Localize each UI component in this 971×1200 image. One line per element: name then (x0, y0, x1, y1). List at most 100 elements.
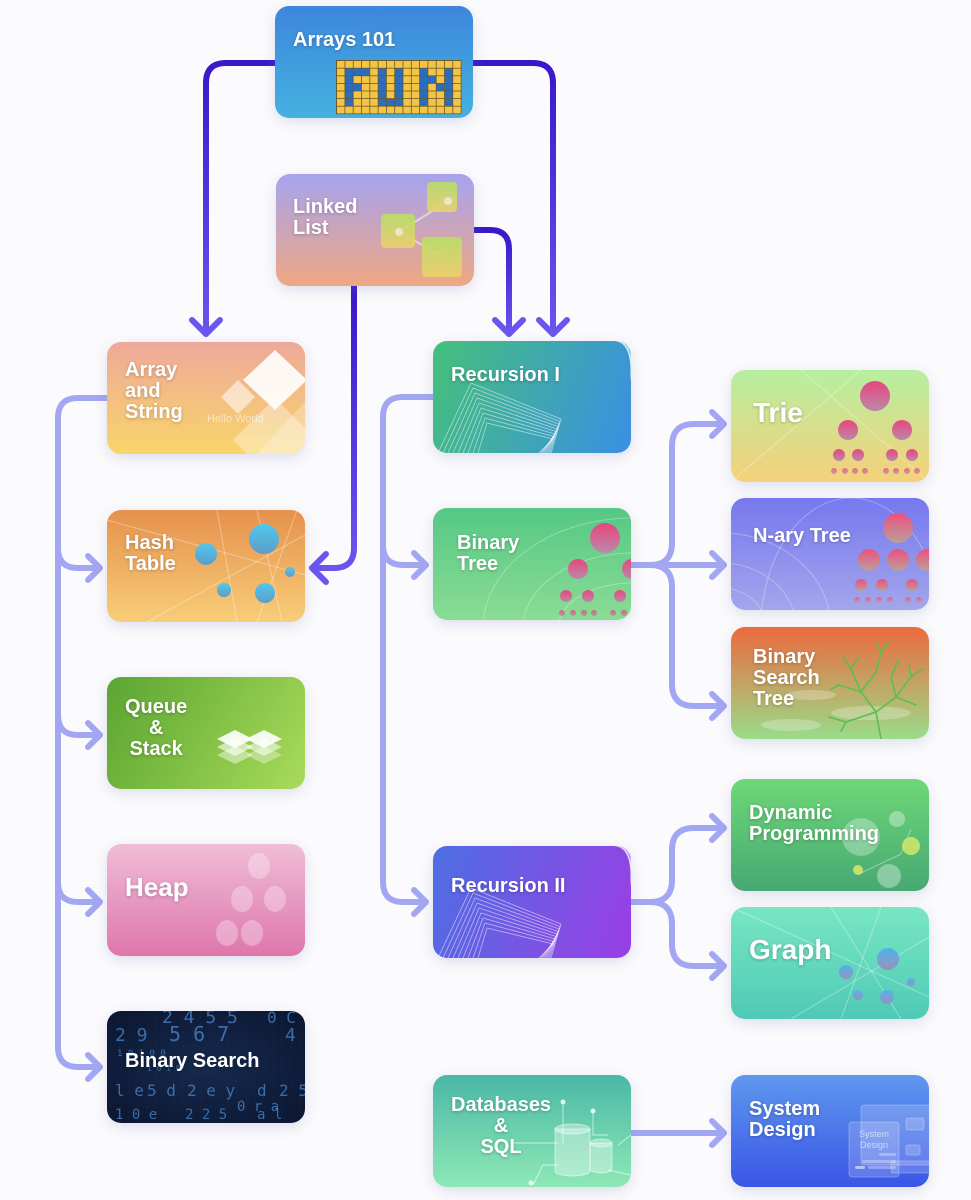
digit-glyph: 1 0 e (115, 1107, 157, 1123)
card-title: Linked List (293, 196, 358, 239)
pixel-cell (403, 99, 411, 106)
card-system-design[interactable]: System Design System Design (731, 1075, 929, 1187)
card-heap[interactable]: Heap (107, 844, 305, 956)
pixel-cell (345, 91, 353, 99)
card-queue-and-stack[interactable]: Queue & Stack (107, 677, 305, 789)
card-title: Trie (753, 397, 803, 428)
card-hash-table[interactable]: Hash Table (107, 510, 305, 622)
nested-lines-icon (437, 846, 631, 958)
system-design-art-text: System Design (859, 1129, 889, 1150)
pixel-cell (428, 99, 436, 106)
pixel-cell (444, 83, 453, 91)
pixel-cell (395, 76, 403, 83)
pixel-cell (361, 61, 370, 68)
card-title: Graph (749, 934, 832, 965)
pixel-cell (420, 91, 428, 99)
card-title: Array and String (125, 359, 183, 423)
pixel-cell (428, 91, 436, 99)
pixel-cell (370, 99, 378, 106)
fun-pixel-grid-icon (336, 60, 462, 115)
digit-glyph: d (257, 1081, 267, 1100)
pixel-cell (395, 83, 403, 91)
pixel-cell (353, 91, 362, 99)
card-databases-and-sql[interactable]: Databases & SQL (433, 1075, 631, 1187)
pixel-cell (337, 106, 345, 114)
digit-glyph: 2 e y (187, 1081, 236, 1100)
digit-glyph: a l (257, 1107, 282, 1123)
pixel-cell (337, 99, 345, 106)
card-title: Binary Tree (457, 532, 520, 575)
pixel-cell (444, 99, 453, 106)
pixel-cell (378, 106, 386, 114)
pixel-cell (345, 83, 353, 91)
pixel-cell (370, 76, 378, 83)
pixel-cell (361, 99, 370, 106)
pixel-cell (345, 76, 353, 83)
pixel-cell (436, 91, 445, 99)
pixel-cell (378, 99, 386, 106)
pixel-cell (353, 76, 362, 83)
card-binary-tree[interactable]: Binary Tree (433, 508, 631, 620)
pixel-cell (361, 76, 370, 83)
card-title: Recursion II (451, 875, 566, 897)
pixel-cell (370, 91, 378, 99)
pixel-cell (411, 106, 420, 114)
pixel-cell (370, 61, 378, 68)
card-n-ary-tree[interactable]: N-ary Tree (731, 498, 929, 610)
card-recursion-1[interactable]: Recursion I (433, 341, 631, 453)
digit-glyph: 2 9 (115, 1025, 148, 1046)
edge-btree-trie (647, 421, 727, 568)
pixel-cell (395, 68, 403, 76)
card-title: Dynamic Programming (749, 802, 880, 845)
card-trie[interactable]: Trie (731, 370, 929, 482)
pixel-cell (420, 83, 428, 91)
pixel-cell (444, 68, 453, 76)
card-title: Recursion I (451, 364, 560, 386)
pixel-cell (453, 91, 461, 99)
card-title: System Design (749, 1098, 821, 1141)
pixel-cell (386, 91, 395, 99)
card-recursion-2[interactable]: Recursion II (433, 846, 631, 958)
pixel-cell (370, 83, 378, 91)
pixel-cell (395, 61, 403, 68)
pixel-cell (453, 83, 461, 91)
card-title: Queue & Stack (125, 696, 188, 760)
pixel-cell (345, 99, 353, 106)
pixel-cell (353, 61, 362, 68)
digit-glyph: 2 5 (279, 1081, 305, 1100)
edge-rec1-trunk (380, 394, 436, 885)
card-graph[interactable]: Graph (731, 907, 929, 1019)
card-binary-search-tree[interactable]: Binary Search Tree (731, 627, 929, 739)
card-dynamic-programming[interactable]: Dynamic Programming (731, 779, 929, 891)
pixel-cell (386, 68, 395, 76)
pixel-cell (386, 76, 395, 83)
pixel-cell (345, 68, 353, 76)
pixel-cell (378, 83, 386, 91)
pixel-cell (337, 61, 345, 68)
pixel-cell (395, 91, 403, 99)
pixel-cell (345, 106, 353, 114)
digit-glyph: 2 2 5 (185, 1107, 227, 1123)
pixel-cell (403, 68, 411, 76)
pixel-cell (378, 68, 386, 76)
pixel-cell (436, 68, 445, 76)
card-title: N-ary Tree (753, 525, 851, 547)
digit-glyph: l e (115, 1081, 144, 1100)
card-arrays-101[interactable]: Arrays 101 (275, 6, 473, 118)
pixel-cell (436, 61, 445, 68)
pixel-cell (453, 61, 461, 68)
hello-world-text: Hello World (207, 413, 264, 425)
card-title: Binary Search (125, 1050, 260, 1072)
card-array-and-string[interactable]: Hello World Array and String (107, 342, 305, 454)
card-binary-search[interactable]: 2 4 5 50 C 92 95 6 741 0 1 0 01 0 1 0l e… (107, 1011, 305, 1123)
pixel-cell (403, 83, 411, 91)
pixel-cell (411, 76, 420, 83)
pixel-cell (411, 83, 420, 91)
pixel-cell (353, 99, 362, 106)
pixel-cell (386, 83, 395, 91)
pixel-cell (411, 61, 420, 68)
pixel-cell (370, 68, 378, 76)
card-linked-list[interactable]: Linked List (276, 174, 474, 286)
pixel-cell (378, 76, 386, 83)
pixel-cell (444, 76, 453, 83)
